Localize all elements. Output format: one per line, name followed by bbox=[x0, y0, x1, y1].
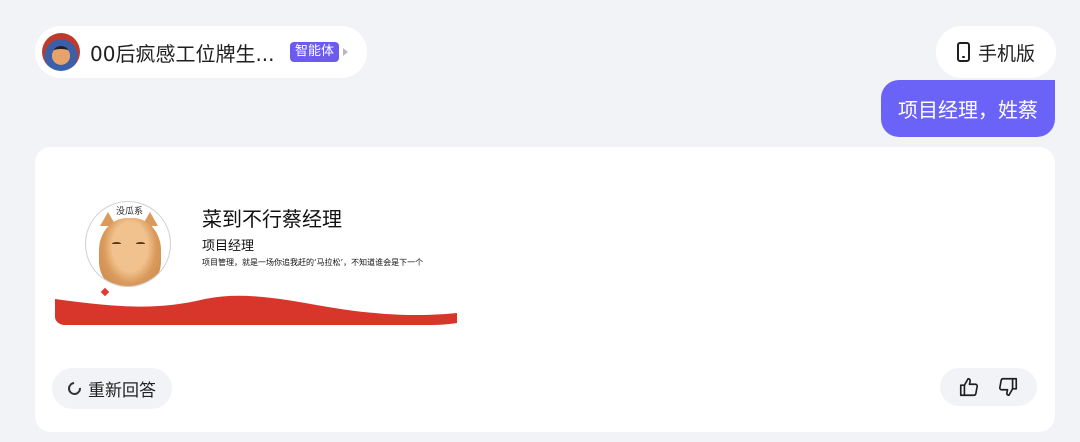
red-wave-decoration bbox=[55, 295, 457, 325]
chat-page: 00后疯感工位牌生... 智能体 手机版 项目经理，姓蔡 没瓜系 菜到不行蔡经理… bbox=[0, 0, 1080, 442]
avatar-label: 没瓜系 bbox=[116, 207, 144, 217]
thumbs-up-icon[interactable] bbox=[957, 375, 981, 399]
cat-avatar: 没瓜系 bbox=[85, 201, 171, 287]
mobile-version-label: 手机版 bbox=[977, 42, 1035, 65]
phone-icon bbox=[956, 42, 970, 62]
caret-right-icon bbox=[343, 48, 349, 56]
refresh-icon bbox=[65, 379, 84, 398]
nameplate-role: 项目经理 bbox=[202, 239, 255, 254]
nameplate-image: 没瓜系 菜到不行蔡经理 项目经理 项目管理，就是一场你追我赶的‘马拉松’，不知道… bbox=[55, 173, 457, 327]
nameplate-title: 菜到不行蔡经理 bbox=[202, 207, 342, 231]
nameplate-motto: 项目管理，就是一场你追我赶的‘马拉松’，不知道谁会是下一个 bbox=[202, 258, 424, 267]
agent-tag-badge: 智能体 bbox=[290, 42, 340, 62]
agent-name: 00后疯感工位牌生... bbox=[90, 41, 275, 66]
regenerate-label: 重新回答 bbox=[88, 381, 156, 401]
mobile-version-button[interactable]: 手机版 bbox=[936, 26, 1056, 78]
thumbs-down-icon[interactable] bbox=[996, 375, 1020, 399]
user-message-bubble: 项目经理，姓蔡 bbox=[881, 80, 1055, 137]
regenerate-button[interactable]: 重新回答 bbox=[52, 368, 172, 409]
agent-avatar bbox=[42, 33, 80, 71]
agent-header-button[interactable]: 00后疯感工位牌生... 智能体 bbox=[35, 26, 367, 78]
response-card: 没瓜系 菜到不行蔡经理 项目经理 项目管理，就是一场你追我赶的‘马拉松’，不知道… bbox=[35, 147, 1055, 432]
feedback-group bbox=[940, 368, 1037, 406]
